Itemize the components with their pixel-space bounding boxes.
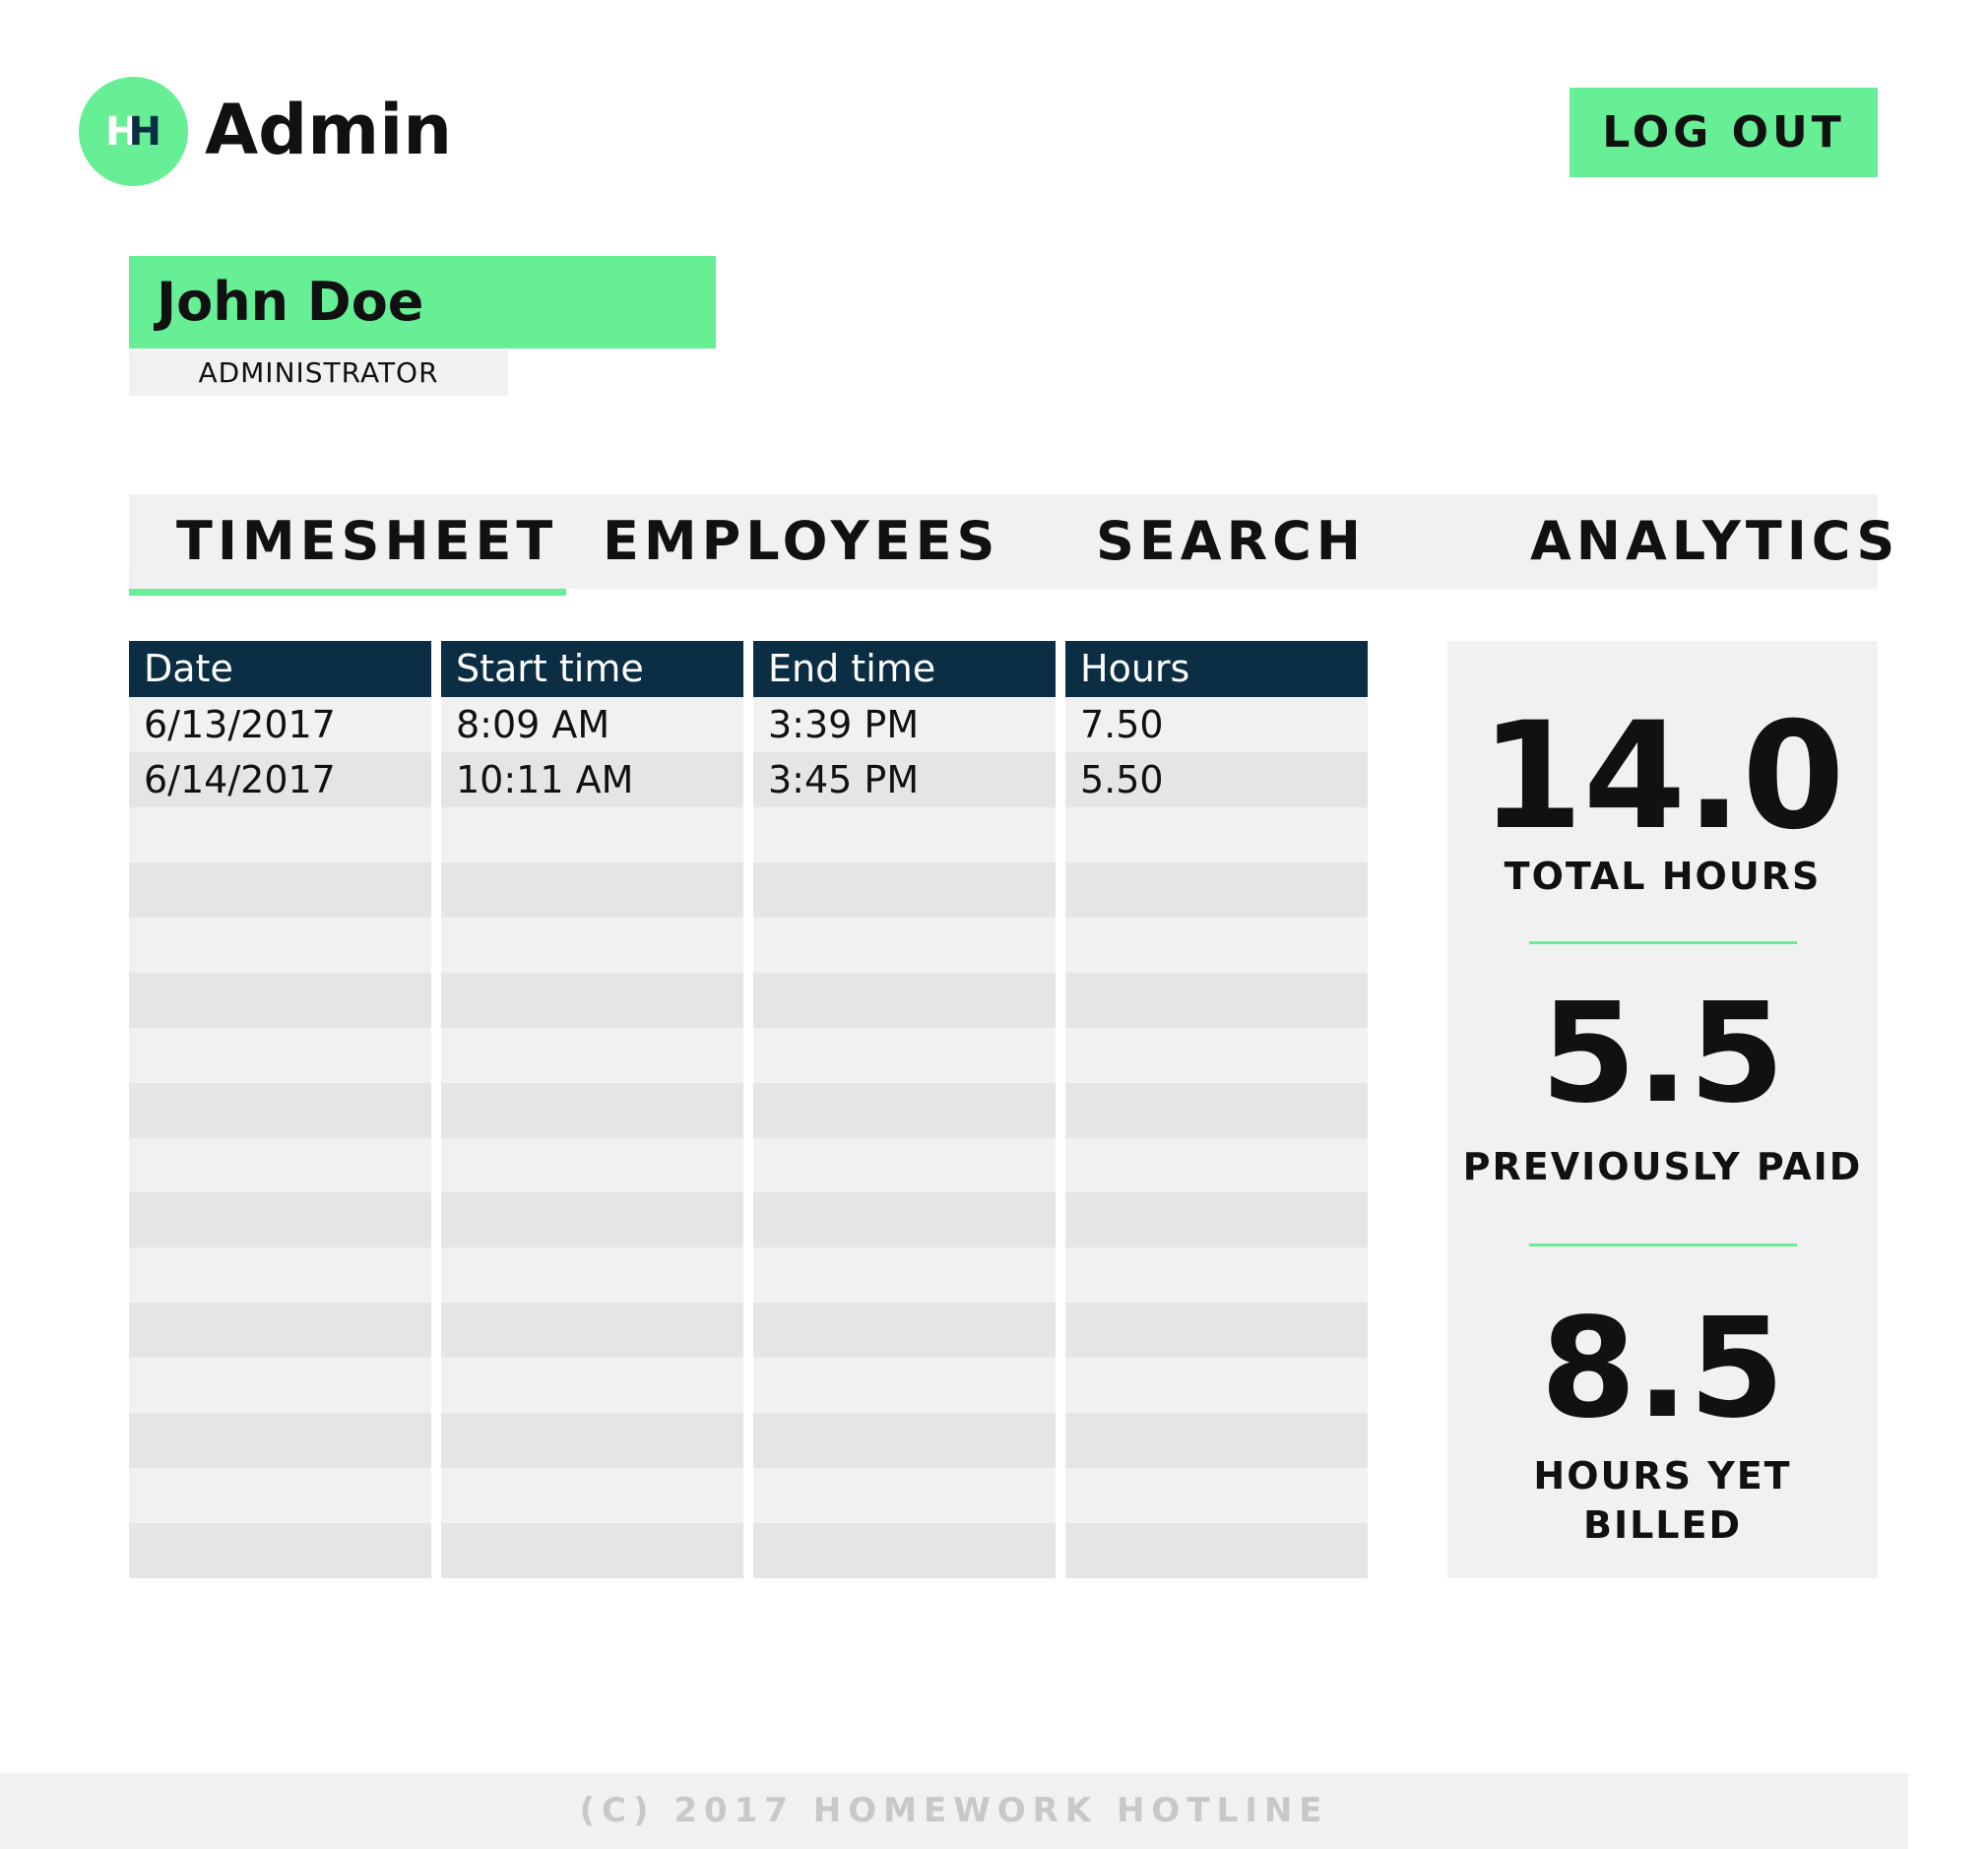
column-header-hours[interactable]: Hours — [1065, 641, 1368, 697]
table-cell-hours[interactable] — [1065, 1303, 1368, 1359]
table-cell-hours[interactable] — [1065, 1247, 1368, 1304]
table-cell-start-time[interactable] — [441, 1082, 743, 1138]
table-cell-start-time[interactable] — [441, 1027, 743, 1083]
tab-bar: TIMESHEET EMPLOYEES SEARCH ANALYTICS — [129, 494, 1894, 589]
table-cell-end-time[interactable] — [753, 1137, 1056, 1193]
logout-button[interactable]: LOG OUT — [1570, 88, 1878, 177]
table-column-end-time: End time 3:39 PM 3:45 PM — [753, 641, 1056, 1578]
table-cell-start-time[interactable]: 8:09 AM — [441, 697, 743, 752]
table-cell-date[interactable] — [129, 1027, 431, 1083]
column-header-end-time[interactable]: End time — [753, 641, 1056, 697]
table-cell-end-time[interactable] — [753, 1358, 1056, 1414]
table-cell-end-time[interactable] — [753, 972, 1056, 1028]
homework-hotline-logo-icon: H H — [79, 77, 188, 186]
table-cell-start-time[interactable] — [441, 972, 743, 1028]
footer-copyright: (C) 2017 HOMEWORK HOTLINE — [0, 1773, 1908, 1849]
table-cell-start-time[interactable] — [441, 1358, 743, 1414]
table-cell-start-time[interactable] — [441, 1413, 743, 1469]
table-cell-date[interactable] — [129, 1082, 431, 1138]
table-cell-hours[interactable] — [1065, 1027, 1368, 1083]
app-title: Admin — [205, 90, 453, 170]
table-cell-end-time[interactable] — [753, 1303, 1056, 1359]
hours-yet-billed-label: HOURS YET BILLED — [1533, 1454, 1792, 1547]
table-cell-start-time[interactable] — [441, 1468, 743, 1523]
table-column-date: Date 6/13/2017 6/14/2017 — [129, 641, 431, 1578]
table-cell-end-time[interactable] — [753, 1413, 1056, 1469]
total-hours-label: TOTAL HOURS — [1504, 855, 1822, 898]
table-cell-hours[interactable] — [1065, 917, 1368, 973]
table-cell-end-time[interactable] — [753, 1192, 1056, 1248]
hours-yet-billed-value: 8.5 — [1540, 1289, 1785, 1449]
table-cell-date[interactable] — [129, 807, 431, 862]
table-cell-date[interactable] — [129, 1303, 431, 1359]
previously-paid-value: 5.5 — [1540, 974, 1785, 1134]
previously-paid-label: PREVIOUSLY PAID — [1462, 1145, 1863, 1188]
timesheet-table: Date 6/13/2017 6/14/2017 Start time 8:09 AM 1… — [129, 641, 1368, 1578]
table-cell-date[interactable] — [129, 1137, 431, 1193]
total-hours-value: 14.0 — [1480, 691, 1845, 862]
table-cell-start-time[interactable] — [441, 917, 743, 973]
column-header-start-time[interactable]: Start time — [441, 641, 743, 697]
logo-letter-right: H — [128, 108, 161, 155]
table-cell-end-time[interactable]: 3:45 PM — [753, 752, 1056, 807]
table-cell-hours[interactable] — [1065, 1413, 1368, 1469]
table-cell-end-time[interactable] — [753, 1247, 1056, 1304]
table-cell-date[interactable]: 6/14/2017 — [129, 752, 431, 807]
summary-divider — [1529, 1243, 1797, 1246]
table-cell-date[interactable] — [129, 1192, 431, 1248]
table-cell-end-time[interactable] — [753, 917, 1056, 973]
table-cell-date[interactable] — [129, 1358, 431, 1414]
table-cell-end-time[interactable] — [753, 807, 1056, 862]
table-column-hours: Hours 7.50 5.50 — [1065, 641, 1368, 1578]
table-cell-end-time[interactable] — [753, 1522, 1056, 1578]
table-cell-start-time[interactable] — [441, 1522, 743, 1578]
admin-page: H H Admin LOG OUT John Doe ADMINISTRATOR… — [0, 0, 1988, 1849]
table-cell-date[interactable] — [129, 1468, 431, 1523]
table-cell-date[interactable] — [129, 1247, 431, 1304]
table-cell-hours[interactable] — [1065, 807, 1368, 862]
table-cell-date[interactable] — [129, 861, 431, 918]
table-cell-hours[interactable] — [1065, 972, 1368, 1028]
table-cell-start-time[interactable] — [441, 1303, 743, 1359]
table-cell-date[interactable] — [129, 1413, 431, 1469]
user-role-badge: ADMINISTRATOR — [129, 351, 508, 396]
table-cell-hours[interactable] — [1065, 1192, 1368, 1248]
table-cell-start-time[interactable] — [441, 807, 743, 862]
table-cell-hours[interactable]: 5.50 — [1065, 752, 1368, 807]
table-cell-hours[interactable] — [1065, 861, 1368, 918]
table-cell-hours[interactable] — [1065, 1082, 1368, 1138]
table-cell-start-time[interactable]: 10:11 AM — [441, 752, 743, 807]
table-cell-hours[interactable] — [1065, 1137, 1368, 1193]
table-cell-hours[interactable] — [1065, 1468, 1368, 1523]
table-cell-hours[interactable]: 7.50 — [1065, 697, 1368, 752]
tab-search[interactable]: SEARCH — [1096, 494, 1366, 589]
table-cell-date[interactable]: 6/13/2017 — [129, 697, 431, 752]
table-cell-end-time[interactable] — [753, 1082, 1056, 1138]
table-cell-date[interactable] — [129, 972, 431, 1028]
tab-analytics[interactable]: ANALYTICS — [1530, 494, 1899, 589]
table-cell-end-time[interactable] — [753, 861, 1056, 918]
tab-timesheet[interactable]: TIMESHEET — [176, 494, 557, 589]
column-header-date[interactable]: Date — [129, 641, 431, 697]
table-cell-hours[interactable] — [1065, 1522, 1368, 1578]
user-name: John Doe — [129, 256, 716, 349]
tab-employees[interactable]: EMPLOYEES — [603, 494, 999, 589]
hours-summary-panel: 14.0 TOTAL HOURS 5.5 PREVIOUSLY PAID 8.5… — [1447, 641, 1878, 1578]
table-cell-start-time[interactable] — [441, 1247, 743, 1304]
table-cell-date[interactable] — [129, 917, 431, 973]
table-column-start-time: Start time 8:09 AM 10:11 AM — [441, 641, 743, 1578]
active-tab-indicator — [129, 589, 566, 596]
table-cell-end-time[interactable] — [753, 1027, 1056, 1083]
table-cell-start-time[interactable] — [441, 1137, 743, 1193]
table-cell-start-time[interactable] — [441, 861, 743, 918]
table-cell-start-time[interactable] — [441, 1192, 743, 1248]
table-cell-end-time[interactable]: 3:39 PM — [753, 697, 1056, 752]
summary-divider — [1529, 941, 1797, 944]
table-cell-date[interactable] — [129, 1522, 431, 1578]
table-cell-hours[interactable] — [1065, 1358, 1368, 1414]
table-cell-end-time[interactable] — [753, 1468, 1056, 1523]
